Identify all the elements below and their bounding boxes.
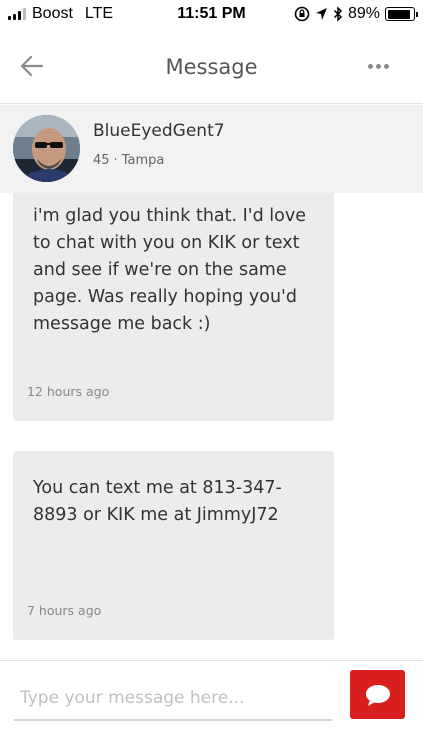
message-text: You can text me at 813-347-8893 or KIK m… [33, 478, 282, 525]
meta-separator: · [113, 153, 118, 168]
profile-header[interactable]: BlueEyedGent7 45 · Tampa [0, 105, 423, 193]
send-button[interactable] [350, 670, 405, 719]
more-options-icon[interactable] [368, 64, 389, 69]
chat-bubble-icon [365, 684, 390, 706]
message-input[interactable] [14, 677, 332, 721]
battery-fill [387, 9, 410, 19]
profile-username[interactable]: BlueEyedGent7 [93, 121, 225, 141]
profile-location: Tampa [121, 153, 165, 168]
profile-age: 45 [93, 153, 110, 168]
nav-bar: Message [0, 30, 423, 104]
message-text: i'm glad you think that. I'd love to cha… [33, 206, 306, 334]
message-composer [0, 660, 423, 750]
battery-icon [385, 7, 418, 21]
message-bubble: i'm glad you think that. I'd love to cha… [13, 193, 334, 421]
status-bar: Boost LTE 11:51 PM 89% [0, 0, 423, 30]
message-timestamp: 7 hours ago [27, 603, 102, 618]
location-arrow-icon [315, 8, 327, 20]
message-list[interactable]: i'm glad you think that. I'd love to cha… [0, 193, 423, 660]
battery-percent: 89% [347, 5, 380, 22]
bluetooth-icon [333, 6, 343, 22]
page-title: Message [165, 54, 258, 79]
avatar[interactable] [13, 115, 80, 182]
rotation-lock-icon [294, 6, 310, 22]
status-right: 89% [294, 5, 418, 23]
back-arrow-icon[interactable] [18, 52, 46, 80]
message-bubble: You can text me at 813-347-8893 or KIK m… [13, 451, 334, 640]
profile-meta: 45 · Tampa [93, 153, 164, 168]
message-timestamp: 12 hours ago [27, 384, 110, 399]
